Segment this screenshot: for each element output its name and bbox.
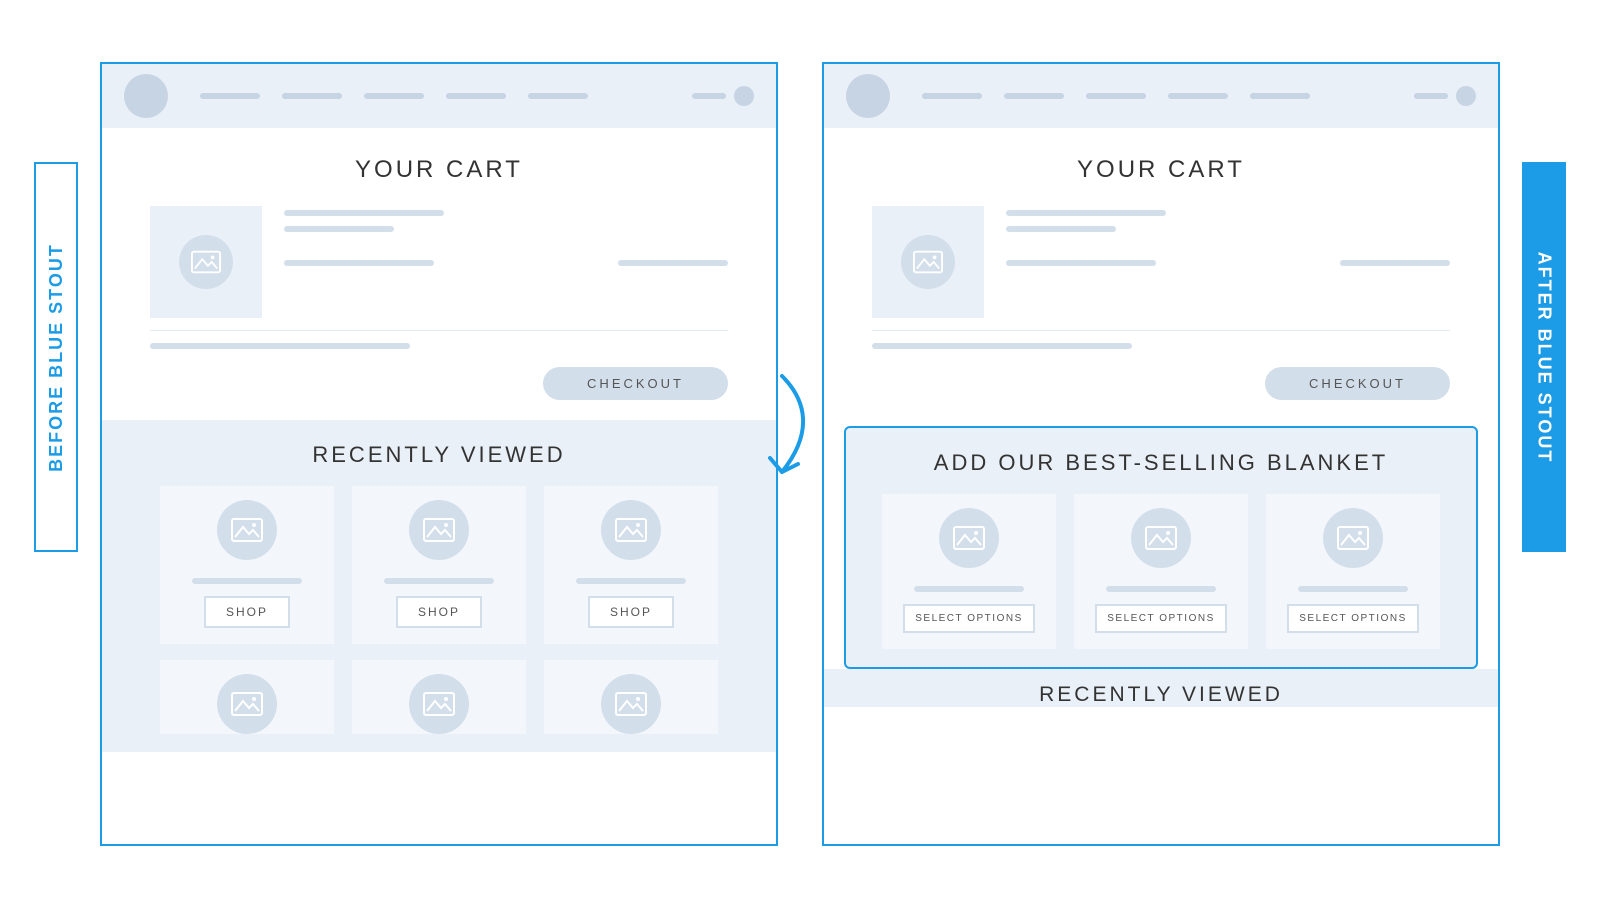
image-icon xyxy=(217,674,277,734)
product-card: SELECT OPTIONS xyxy=(882,494,1056,649)
select-options-button[interactable]: SELECT OPTIONS xyxy=(1095,604,1227,633)
logo-avatar xyxy=(846,74,890,118)
upsell-title: ADD OUR BEST-SELLING BLANKET xyxy=(874,450,1448,476)
select-options-button[interactable]: SELECT OPTIONS xyxy=(903,604,1035,633)
recently-viewed-title: RECENTLY VIEWED xyxy=(852,683,1470,707)
before-label-text: BEFORE BLUE STOUT xyxy=(46,243,67,472)
nav-placeholder-tail xyxy=(692,86,754,106)
image-icon xyxy=(179,235,233,289)
product-card xyxy=(544,660,718,734)
nav-placeholder-links xyxy=(922,93,1396,99)
checkout-button[interactable]: CHECKOUT xyxy=(543,367,728,400)
upsell-cards: SELECT OPTIONS SELECT OPTIONS SELECT OPT… xyxy=(874,494,1448,649)
nav-placeholder-links xyxy=(200,93,674,99)
cart-title: YOUR CART xyxy=(150,156,728,184)
cart-line-item xyxy=(150,206,728,318)
image-icon xyxy=(409,674,469,734)
shop-button[interactable]: SHOP xyxy=(588,596,674,628)
product-card: SHOP xyxy=(160,486,334,644)
checkout-button[interactable]: CHECKOUT xyxy=(1265,367,1450,400)
product-card xyxy=(160,660,334,734)
product-card: SHOP xyxy=(352,486,526,644)
highlight-arrow-icon xyxy=(758,372,844,482)
recently-viewed-section: RECENTLY VIEWED xyxy=(824,669,1498,707)
wireframe-topbar xyxy=(102,64,776,128)
image-icon xyxy=(601,500,661,560)
wireframe-topbar xyxy=(824,64,1498,128)
before-label: BEFORE BLUE STOUT xyxy=(34,162,78,552)
image-icon xyxy=(1323,508,1383,568)
shop-button[interactable]: SHOP xyxy=(204,596,290,628)
after-label-text: AFTER BLUE STOUT xyxy=(1534,251,1555,463)
cart-item-thumb xyxy=(872,206,984,318)
image-icon xyxy=(217,500,277,560)
shop-button[interactable]: SHOP xyxy=(396,596,482,628)
product-card: SELECT OPTIONS xyxy=(1266,494,1440,649)
image-icon xyxy=(409,500,469,560)
logo-avatar xyxy=(124,74,168,118)
upsell-section: ADD OUR BEST-SELLING BLANKET SELECT OPTI… xyxy=(844,426,1478,669)
cart-item-thumb xyxy=(150,206,262,318)
image-icon xyxy=(901,235,955,289)
before-frame: YOUR CART CHECKOUT RECENTLY V xyxy=(100,62,778,846)
recently-viewed-cards-row2 xyxy=(130,660,748,734)
image-icon xyxy=(601,674,661,734)
image-icon xyxy=(939,508,999,568)
cart-title: YOUR CART xyxy=(872,156,1450,184)
after-frame: YOUR CART CHECKOUT ADD OUR BE xyxy=(822,62,1500,846)
product-card: SELECT OPTIONS xyxy=(1074,494,1248,649)
product-card xyxy=(352,660,526,734)
comparison-diagram: BEFORE BLUE STOUT AFTER BLUE STOUT YOUR … xyxy=(0,0,1600,900)
cart-item-meta xyxy=(284,206,728,318)
cart-total-line xyxy=(150,343,728,349)
cart-section: YOUR CART CHECKOUT xyxy=(102,128,776,420)
after-label: AFTER BLUE STOUT xyxy=(1522,162,1566,552)
product-card: SHOP xyxy=(544,486,718,644)
nav-placeholder-tail xyxy=(1414,86,1476,106)
image-icon xyxy=(1131,508,1191,568)
recently-viewed-cards: SHOP SHOP SHOP xyxy=(130,486,748,644)
select-options-button[interactable]: SELECT OPTIONS xyxy=(1287,604,1419,633)
recently-viewed-section: RECENTLY VIEWED SHOP SHOP SHOP xyxy=(102,420,776,752)
cart-line-item xyxy=(872,206,1450,318)
cart-section: YOUR CART CHECKOUT xyxy=(824,128,1498,420)
cart-total-line xyxy=(872,343,1450,349)
recently-viewed-title: RECENTLY VIEWED xyxy=(130,442,748,468)
cart-item-meta xyxy=(1006,206,1450,318)
